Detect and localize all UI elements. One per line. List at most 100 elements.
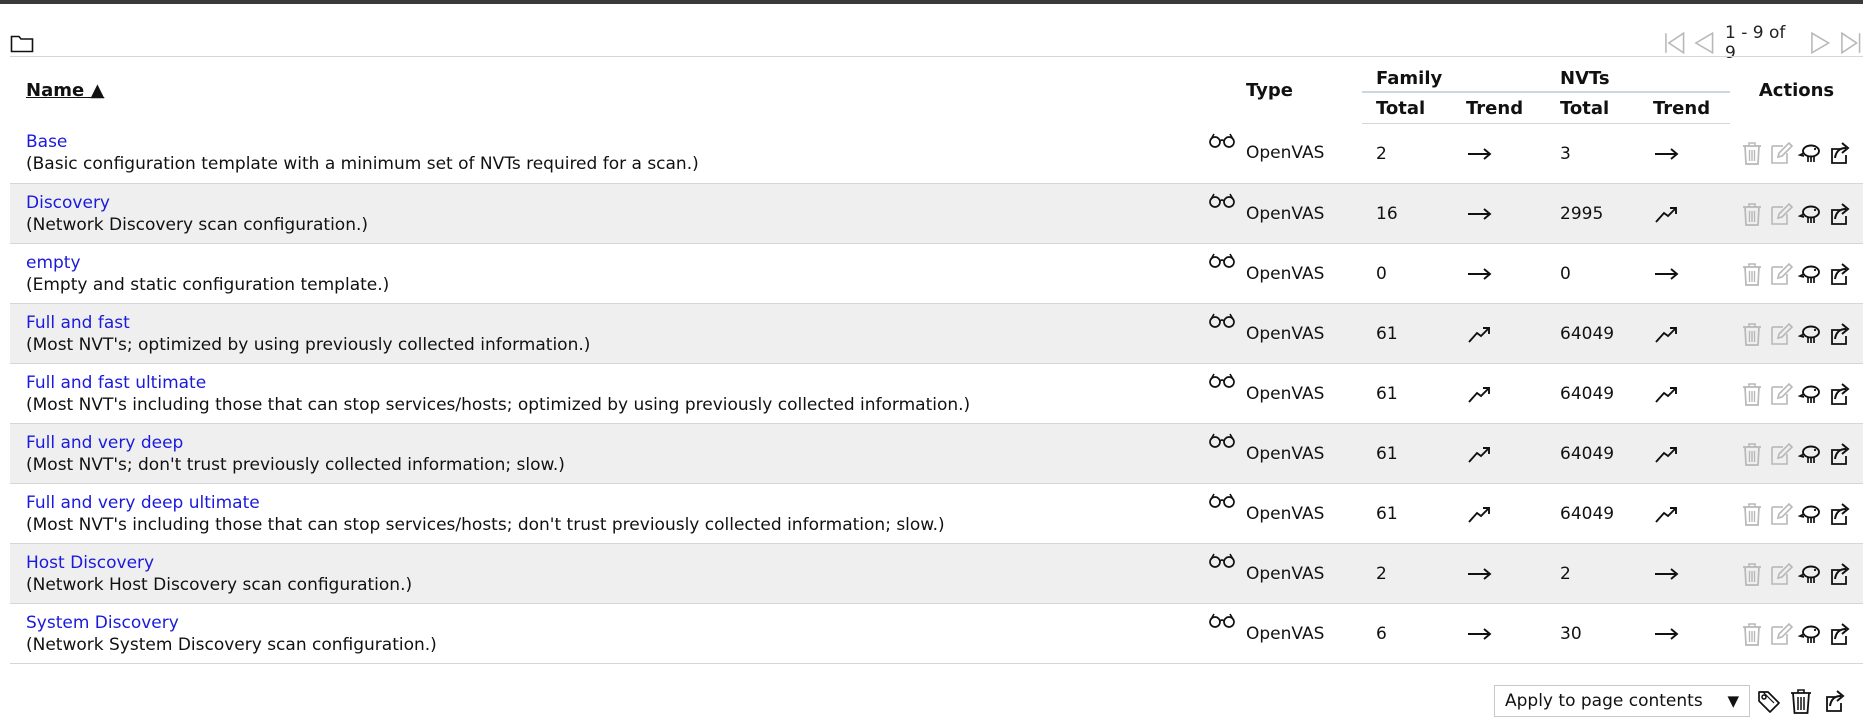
delete-icon[interactable] — [1740, 201, 1764, 227]
type-cell: OpenVAS — [1246, 423, 1362, 484]
family-trend-steady-icon — [1468, 207, 1492, 220]
family-total-cell: 2 — [1362, 123, 1452, 184]
family-trend-steady-icon — [1468, 567, 1492, 580]
edit-icon[interactable] — [1769, 321, 1794, 347]
delete-icon[interactable] — [1740, 441, 1764, 467]
edit-icon[interactable] — [1769, 381, 1794, 407]
config-name-link[interactable]: System Discovery — [26, 612, 1246, 634]
family-total-header: Total — [1362, 92, 1452, 124]
clone-icon[interactable] — [1798, 561, 1822, 587]
clone-icon[interactable] — [1798, 140, 1822, 166]
edit-icon[interactable] — [1769, 201, 1794, 227]
table-row: Host Discovery (Network Host Discovery sc… — [10, 543, 1863, 604]
export-icon[interactable] — [1827, 621, 1851, 647]
name-column-header: Name ▲ — [10, 57, 1246, 124]
delete-icon[interactable] — [1740, 621, 1764, 647]
clone-icon[interactable] — [1798, 381, 1822, 407]
config-description: (Most NVT's; optimized by using previous… — [26, 334, 591, 355]
tag-icon[interactable] — [1756, 687, 1782, 715]
actions-cell — [1730, 123, 1863, 184]
family-trend-cell — [1452, 243, 1546, 304]
nvts-trend-header: Trend — [1639, 92, 1731, 124]
family-trend-up-icon — [1468, 446, 1490, 463]
family-total-cell: 0 — [1362, 243, 1452, 304]
export-icon[interactable] — [1820, 687, 1846, 715]
config-name-link[interactable]: Full and very deep — [26, 432, 1246, 454]
nvts-total-cell: 0 — [1546, 243, 1639, 304]
nvts-trend-up-icon — [1655, 206, 1677, 223]
family-trend-up-icon — [1468, 326, 1490, 343]
config-name-link[interactable]: Full and fast — [26, 312, 1246, 334]
export-icon[interactable] — [1827, 140, 1851, 166]
edit-icon[interactable] — [1769, 621, 1794, 647]
nvts-total-cell: 2995 — [1546, 183, 1639, 244]
nvts-trend-cell — [1639, 303, 1731, 364]
delete-icon[interactable] — [1740, 321, 1764, 347]
config-name-link[interactable]: Base — [26, 131, 1246, 153]
clone-icon[interactable] — [1798, 201, 1822, 227]
delete-icon[interactable] — [1740, 261, 1764, 287]
family-trend-steady-icon — [1468, 147, 1492, 160]
family-trend-cell — [1452, 303, 1546, 364]
family-trend-cell — [1452, 543, 1546, 604]
delete-icon[interactable] — [1740, 140, 1764, 166]
export-icon[interactable] — [1827, 381, 1851, 407]
nvts-trend-up-icon — [1655, 446, 1677, 463]
type-cell: OpenVAS — [1246, 483, 1362, 544]
glasses-icon — [1209, 553, 1235, 568]
clone-icon[interactable] — [1798, 501, 1822, 527]
clone-icon[interactable] — [1798, 441, 1822, 467]
clone-icon[interactable] — [1798, 261, 1822, 287]
config-name-link[interactable]: Full and fast ultimate — [26, 372, 1246, 394]
family-total-cell: 6 — [1362, 603, 1452, 664]
family-total-cell: 16 — [1362, 183, 1452, 244]
name-cell: Full and very deep (Most NVT's; don't tru… — [10, 423, 1246, 484]
config-name-link[interactable]: Host Discovery — [26, 552, 1246, 574]
edit-icon[interactable] — [1769, 261, 1794, 287]
nvts-trend-steady-icon — [1655, 267, 1679, 280]
delete-icon[interactable] — [1740, 381, 1764, 407]
actions-cell — [1730, 603, 1863, 664]
name-cell: Host Discovery (Network Host Discovery sc… — [10, 543, 1246, 604]
nvts-trend-up-icon — [1655, 506, 1677, 523]
export-icon[interactable] — [1827, 321, 1851, 347]
export-icon[interactable] — [1827, 501, 1851, 527]
edit-icon[interactable] — [1769, 140, 1794, 166]
config-name-link[interactable]: Discovery — [26, 192, 1246, 214]
scan-configs-table: Name ▲ Type Family NVTs Actions Total Tr… — [10, 57, 1863, 664]
family-trend-cell — [1452, 423, 1546, 484]
trash-icon[interactable] — [1788, 687, 1814, 715]
actions-cell — [1730, 303, 1863, 364]
edit-icon[interactable] — [1769, 441, 1794, 467]
nvts-trend-cell — [1639, 363, 1731, 424]
nvts-trend-steady-icon — [1655, 147, 1679, 160]
apply-to-select[interactable]: Apply to page contents ▼ — [1494, 685, 1750, 717]
bulk-actions-bar: Apply to page contents ▼ — [1494, 683, 1846, 719]
family-total-cell: 2 — [1362, 543, 1452, 604]
config-name-link[interactable]: Full and very deep ultimate — [26, 492, 1246, 514]
delete-icon[interactable] — [1740, 561, 1764, 587]
nvts-trend-up-icon — [1655, 386, 1677, 403]
config-description: (Empty and static configuration template… — [26, 274, 390, 295]
next-page-icon[interactable] — [1808, 30, 1833, 56]
delete-icon[interactable] — [1740, 501, 1764, 527]
export-icon[interactable] — [1827, 261, 1851, 287]
glasses-icon — [1209, 133, 1235, 148]
first-page-icon[interactable] — [1662, 30, 1687, 56]
edit-icon[interactable] — [1769, 501, 1794, 527]
export-icon[interactable] — [1827, 441, 1851, 467]
clone-icon[interactable] — [1798, 621, 1822, 647]
nvts-trend-up-icon — [1655, 326, 1677, 343]
edit-icon[interactable] — [1769, 561, 1794, 587]
family-trend-steady-icon — [1468, 267, 1492, 280]
sort-by-name-link[interactable]: Name ▲ — [26, 80, 104, 101]
actions-cell — [1730, 483, 1863, 544]
clone-icon[interactable] — [1798, 321, 1822, 347]
export-icon[interactable] — [1827, 561, 1851, 587]
config-description: (Most NVT's including those that can sto… — [26, 394, 971, 415]
previous-page-icon[interactable] — [1691, 30, 1716, 56]
last-page-icon[interactable] — [1838, 30, 1863, 56]
family-total-cell: 61 — [1362, 423, 1452, 484]
export-icon[interactable] — [1827, 201, 1851, 227]
config-name-link[interactable]: empty — [26, 252, 1246, 274]
